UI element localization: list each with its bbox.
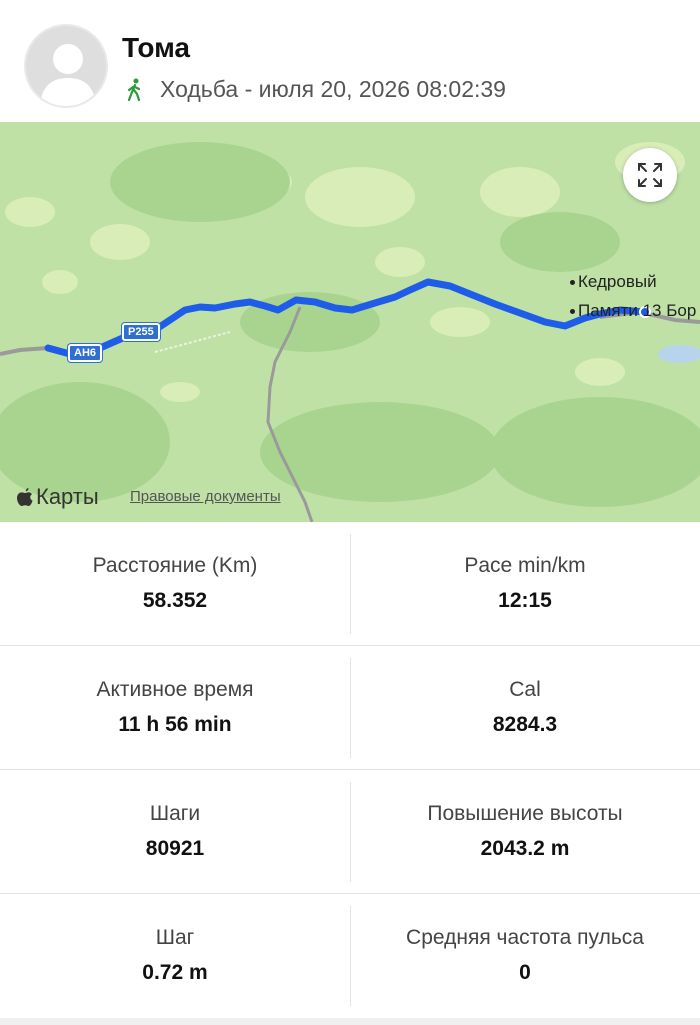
stat-value: 0 — [519, 961, 531, 984]
stat-label: Расстояние (Km) — [92, 554, 258, 577]
user-name: Тома — [122, 32, 190, 63]
stats-row: Активное время 11 h 56 min Cal 8284.3 — [0, 646, 700, 770]
stat-label: Повышение высоты — [427, 802, 623, 825]
stat-stride: Шаг 0.72 m — [0, 894, 350, 1018]
stat-active-time: Активное время 11 h 56 min — [0, 646, 350, 770]
stat-label: Средняя частота пульса — [406, 926, 644, 949]
stat-label: Шаг — [155, 926, 195, 949]
stat-value: 12:15 — [498, 589, 552, 612]
stat-distance: Расстояние (Km) 58.352 — [0, 522, 350, 646]
stat-label: Pace min/km — [464, 554, 586, 577]
stat-label: Активное время — [96, 678, 254, 701]
stat-value: 11 h 56 min — [118, 713, 232, 736]
place-name: Памяти 13 Бор — [578, 301, 697, 320]
expand-map-button[interactable] — [623, 148, 677, 202]
stat-value: 8284.3 — [492, 713, 558, 736]
expand-arrows-icon — [638, 163, 662, 187]
stat-value: 2043.2 m — [480, 837, 570, 860]
stats-row: Шаг 0.72 m Средняя частота пульса 0 — [0, 894, 700, 1018]
place-dot — [570, 309, 575, 315]
road-badge-p255: P255 — [122, 323, 160, 341]
activity-subtitle: Ходьба - июля 20, 2026 08:02:39 — [126, 76, 506, 103]
route-map[interactable]: AH6 P255 Кедровый Памяти 13 Бор — [0, 122, 700, 522]
stat-pace: Pace min/km 12:15 — [350, 522, 700, 646]
legal-documents-link[interactable]: Правовые документы — [130, 488, 281, 505]
activity-type-and-date: Ходьба - июля 20, 2026 08:02:39 — [160, 76, 506, 102]
maps-brand: Карты — [16, 484, 99, 510]
maps-brand-label: Карты — [36, 484, 99, 509]
stat-elevation-gain: Повышение высоты 2043.2 m — [350, 770, 700, 894]
walking-person-icon — [127, 78, 141, 101]
stats-row: Расстояние (Km) 58.352 Pace min/km 12:15 — [0, 522, 700, 646]
stat-label: Cal — [509, 678, 541, 701]
place-label-pamyati: Памяти 13 Бор — [570, 301, 696, 321]
road-badge-ah6: AH6 — [68, 344, 103, 362]
place-label-kedrovy: Кедровый — [570, 272, 657, 292]
bottom-separator — [0, 1018, 700, 1025]
stat-value: 0.72 m — [142, 961, 208, 984]
stats-grid: Расстояние (Km) 58.352 Pace min/km 12:15… — [0, 522, 700, 1025]
avatar[interactable] — [24, 24, 108, 108]
stat-avg-heart-rate: Средняя частота пульса 0 — [350, 894, 700, 1018]
place-name: Кедровый — [578, 272, 657, 291]
map-canvas[interactable] — [0, 122, 700, 522]
stat-label: Шаги — [149, 802, 201, 825]
default-avatar-icon — [40, 44, 96, 106]
stat-value: 58.352 — [142, 589, 208, 612]
activity-header: Тома Ходьба - июля 20, 2026 08:02:39 — [0, 0, 700, 122]
stat-value: 80921 — [145, 837, 205, 860]
place-dot — [570, 280, 575, 286]
stat-calories: Cal 8284.3 — [350, 646, 700, 770]
stats-row: Шаги 80921 Повышение высоты 2043.2 m — [0, 770, 700, 894]
stat-steps: Шаги 80921 — [0, 770, 350, 894]
apple-logo-icon — [17, 487, 33, 506]
